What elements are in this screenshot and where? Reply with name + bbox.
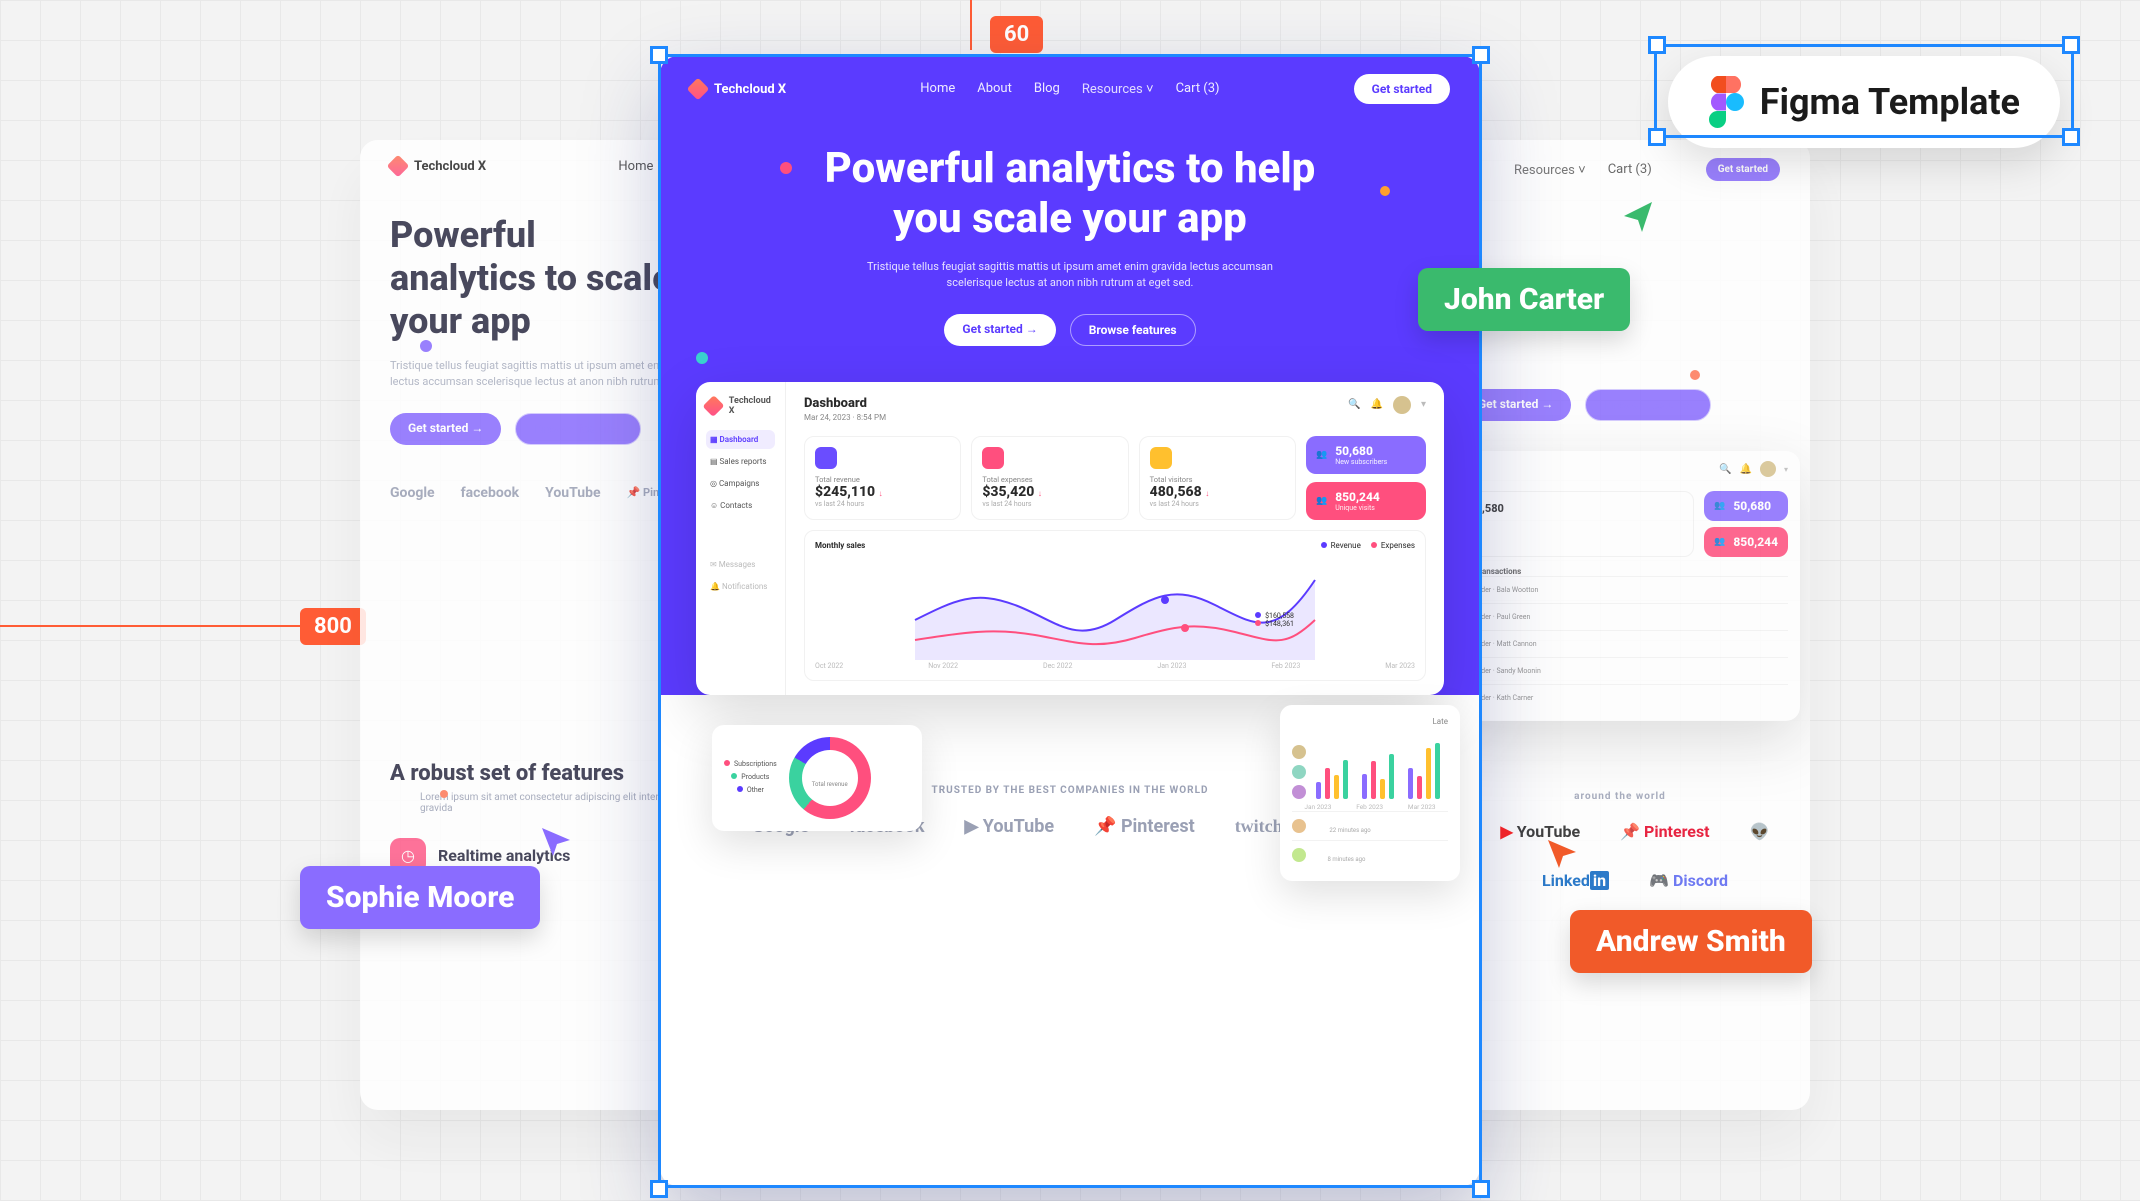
nav-links: Resources ˅ Cart (3) — [1514, 162, 1652, 178]
cursor-tag-john: John Carter — [1418, 268, 1630, 331]
float-donut-card: Subscriptions Products Other $245,110 To… — [712, 725, 922, 831]
dashboard-subtitle: Mar 24, 2023 · 8:54 PM — [804, 413, 886, 422]
selection-handle-tr[interactable] — [1472, 46, 1490, 64]
hero-title: Powerful analytics to help you scale you… — [790, 144, 1350, 245]
logo-pinterest: 📌 Pinterest — [1094, 816, 1195, 837]
search-icon[interactable]: 🔍 — [1719, 464, 1731, 475]
bell-icon[interactable]: 🔔 — [1371, 399, 1383, 410]
decor-dot — [1690, 370, 1700, 380]
search-icon[interactable]: 🔍 — [1348, 399, 1360, 410]
stat-visitors: Total visitors 480,568 ↓ vs last 24 hour… — [1139, 436, 1296, 520]
logo-pinterest: 📌 Pinterest — [1620, 822, 1709, 841]
selection-handle-br[interactable] — [1472, 1180, 1490, 1198]
monthly-sales-chart: Monthly sales Revenue Expenses $160,55 — [804, 530, 1426, 681]
logo-youtube: ▶ YouTube — [964, 816, 1054, 837]
decor-dot — [1380, 186, 1390, 196]
brand-logo-icon — [687, 78, 710, 101]
brand: Techcloud X — [690, 81, 786, 97]
logo-discord: 🎮 Discord — [1649, 871, 1728, 890]
brand-name: Techcloud X — [714, 82, 786, 97]
pill-subs: 👥50,680 — [1704, 491, 1788, 521]
cursor-andrew-icon — [1546, 838, 1580, 872]
cta-get-started[interactable]: Get started → — [390, 413, 501, 445]
ruler-badge-left: 800 — [300, 608, 366, 645]
logo-reddit: 👽 — [1750, 822, 1770, 841]
selection-handle[interactable] — [2062, 128, 2080, 146]
ruler-line-horizontal — [0, 625, 300, 627]
stat-right-label: $40,580 — [1463, 502, 1683, 515]
nav-home[interactable]: Home — [618, 159, 653, 174]
trusted-heading: around the world — [1430, 791, 1810, 802]
nav-blog[interactable]: Blog — [1034, 81, 1060, 97]
cta-browse-features[interactable]: Browse features — [515, 413, 641, 445]
users-icon: 👥 — [1316, 450, 1327, 460]
pill-subs: 👥 50,680New subscribers — [1306, 436, 1426, 474]
cta-get-started[interactable]: Get started → — [944, 314, 1055, 346]
ruler-line-vertical — [970, 0, 972, 50]
nav-resources[interactable]: Resources ˅ — [1082, 81, 1154, 97]
sidebar-item-sales[interactable]: ▤ Sales reports — [706, 452, 775, 471]
sidebar-item-notifications[interactable]: 🔔 Notifications — [706, 577, 775, 596]
donut-chart: $245,110 Total revenue — [789, 737, 871, 819]
pill-visits: 👥850,244 — [1704, 527, 1788, 557]
sidebar-item-dashboard[interactable]: ▦ Dashboard — [706, 430, 775, 449]
sidebar-item-messages[interactable]: ✉ Messages — [706, 555, 775, 574]
cursor-tag-sophie: Sophie Moore — [300, 866, 540, 929]
users-icon: 👥 — [1316, 496, 1327, 506]
cta-get-started[interactable]: Get started — [1354, 74, 1450, 104]
cursor-sophie-icon — [540, 826, 574, 860]
chevron-down-icon[interactable]: ▾ — [1421, 399, 1426, 410]
ruler-badge-top: 60 — [990, 16, 1043, 53]
avatar[interactable] — [1760, 461, 1776, 477]
sidebar-item-contacts[interactable]: ☺ Contacts — [706, 496, 775, 515]
selection-handle[interactable] — [2062, 36, 2080, 54]
nav-links: Home About Blog Resources ˅ Cart (3) — [920, 81, 1219, 97]
cursor-tag-andrew: Andrew Smith — [1570, 910, 1812, 973]
dashboard-sidebar: Techcloud X ▦ Dashboard ▤ Sales reports … — [696, 382, 786, 695]
decor-dot — [420, 340, 432, 352]
decor-dot — [780, 162, 792, 174]
brand-name: Techcloud X — [414, 159, 486, 174]
decor-dot — [696, 352, 708, 364]
hero-subtitle: Tristique tellus feugiat sagittis mattis… — [840, 259, 1300, 292]
avatar[interactable] — [1393, 396, 1411, 414]
nav-cart[interactable]: Cart (3) — [1176, 81, 1220, 97]
brand: Techcloud X — [390, 158, 486, 174]
logo-facebook: facebook — [461, 485, 520, 501]
cta-get-started[interactable]: Get started — [1706, 158, 1780, 181]
selection-handle[interactable] — [1648, 128, 1666, 146]
cursor-john-icon — [1620, 200, 1656, 236]
figma-logo-icon — [1708, 76, 1744, 128]
logo-linkedin: Linkedin — [1542, 871, 1609, 890]
selection-handle-bl[interactable] — [650, 1180, 668, 1198]
pill-visits: 👥 850,244Unique visits — [1306, 482, 1426, 520]
decor-dot — [440, 790, 448, 798]
float-bars-card: Late Monthly sales Jan 2023 Feb 2 — [1280, 705, 1460, 881]
dashboard-screenshot: Techcloud X ▦ Dashboard ▤ Sales reports … — [696, 382, 1444, 695]
selection-handle[interactable] — [1648, 36, 1666, 54]
selection-handle-tl[interactable] — [650, 46, 668, 64]
stat-expenses: Total expenses $35,420 ↓ vs last 24 hour… — [971, 436, 1128, 520]
cta-browse-features[interactable]: Browse features — [1585, 389, 1711, 421]
chevron-down-icon[interactable]: ▾ — [1784, 465, 1788, 474]
nav-resources[interactable]: Resources ˅ — [1514, 162, 1586, 178]
figma-template-chip[interactable]: Figma Template — [1668, 56, 2060, 148]
hero-title: Powerful analytics to scale your app — [390, 214, 690, 344]
stat-revenue: Total revenue $245,110 ↓ vs last 24 hour… — [804, 436, 961, 520]
nav-home[interactable]: Home — [920, 81, 955, 97]
brand-logo-icon — [387, 155, 410, 178]
latest-transactions-heading: Latest transactions — [1452, 567, 1788, 576]
bell-icon[interactable]: 🔔 — [1740, 464, 1752, 475]
logo-google: Google — [390, 485, 435, 501]
figma-chip-label: Figma Template — [1760, 81, 2020, 123]
sidebar-item-campaigns[interactable]: ◎ Campaigns — [706, 474, 775, 493]
design-frame-center[interactable]: Techcloud X Home About Blog Resources ˅ … — [660, 56, 1480, 1186]
nav-cart[interactable]: Cart (3) — [1608, 162, 1652, 178]
logo-youtube: YouTube — [545, 485, 600, 501]
cta-browse-features[interactable]: Browse features — [1070, 314, 1196, 346]
dashboard-title: Dashboard — [804, 396, 886, 411]
logo-twitch: twitch — [1235, 816, 1283, 837]
nav-about[interactable]: About — [977, 81, 1012, 97]
